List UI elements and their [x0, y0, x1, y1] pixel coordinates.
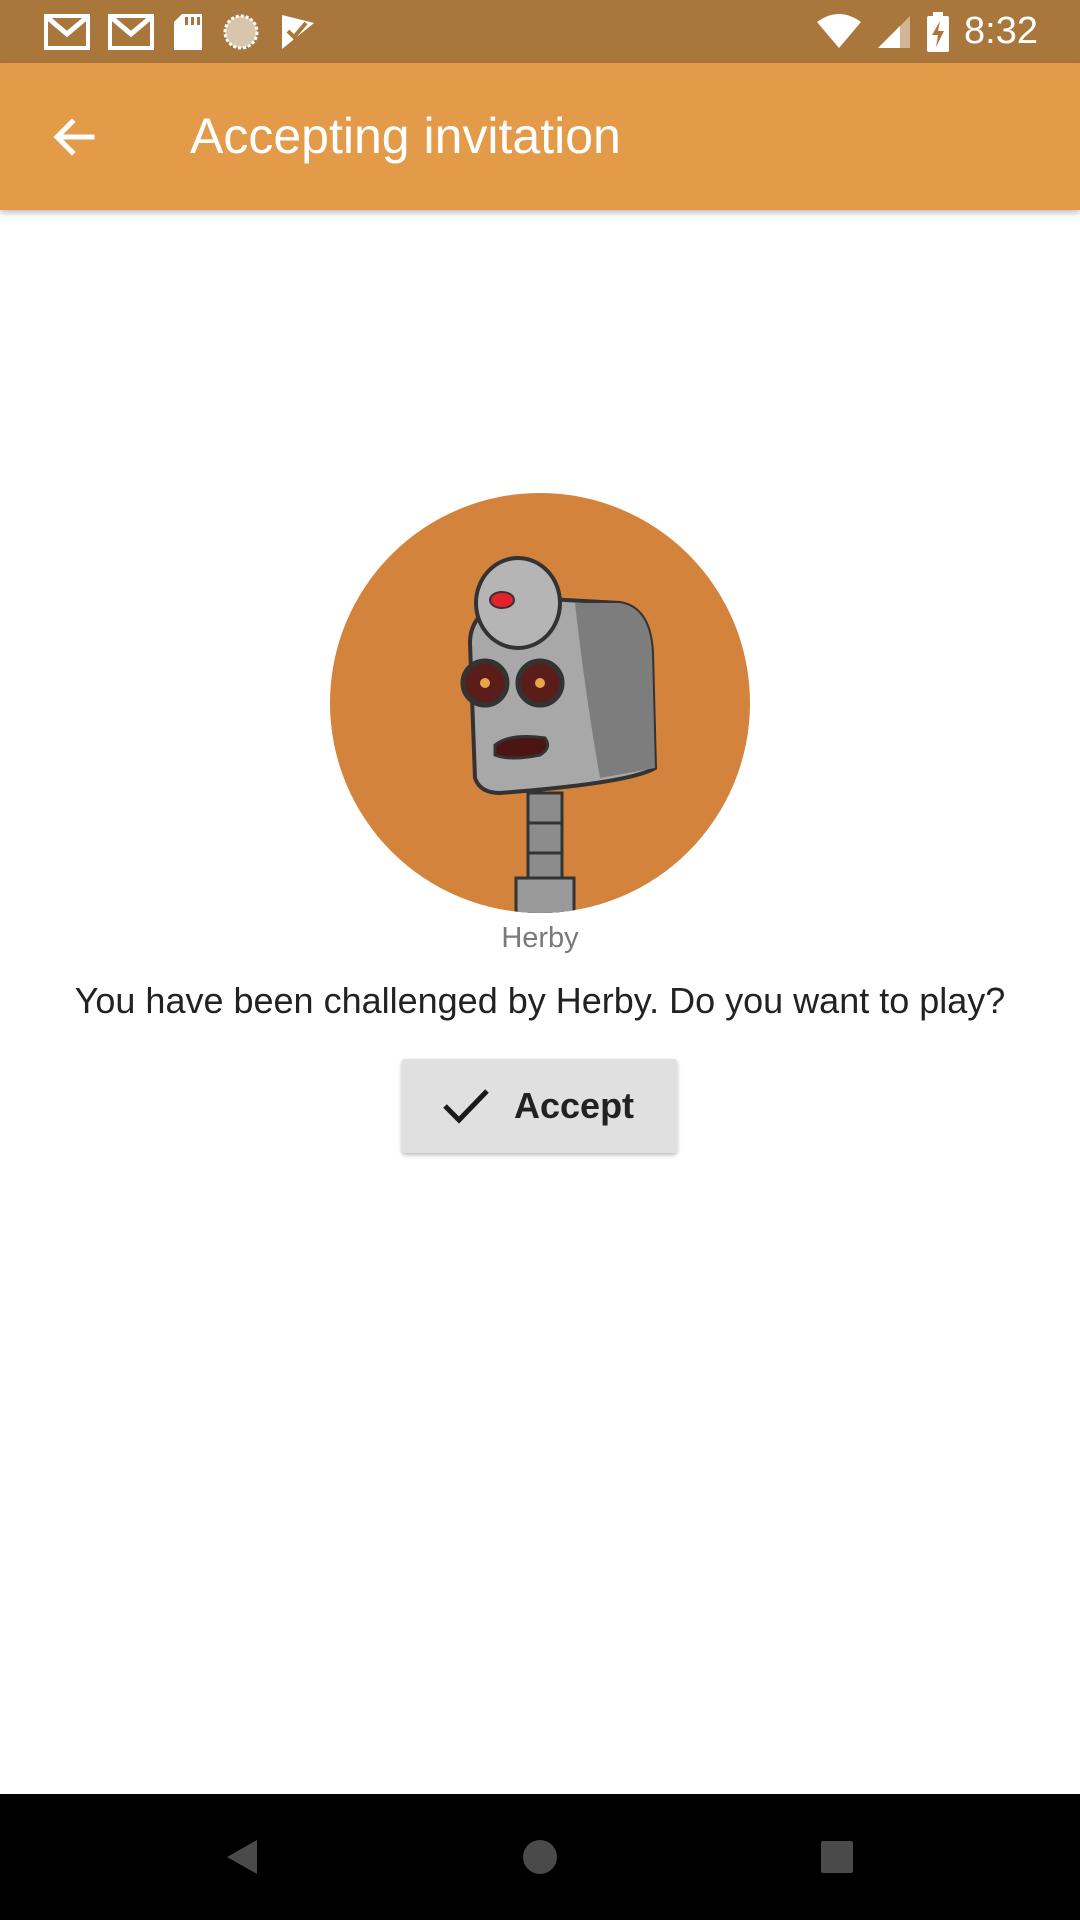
- sd-card-icon: [172, 13, 204, 51]
- status-notifications: [44, 13, 334, 51]
- check-icon: [442, 1086, 490, 1126]
- nav-back-icon: [227, 1840, 257, 1874]
- nav-recents-icon: [821, 1841, 853, 1873]
- nav-recents-button[interactable]: [777, 1794, 897, 1920]
- battery-charging-icon: [926, 11, 950, 52]
- screen: 8:32 Accepting invitation Herby You have…: [0, 0, 1080, 1920]
- wifi-icon: [816, 13, 862, 50]
- accept-button-label: Accept: [514, 1085, 635, 1126]
- challenge-message: You have been challenged by Herby. Do yo…: [74, 980, 1006, 1021]
- robot-avatar-icon: [460, 556, 658, 913]
- nav-back-button[interactable]: [182, 1794, 302, 1920]
- checkmark-flag-icon: [278, 13, 316, 51]
- app-bar: Accepting invitation: [0, 63, 1080, 210]
- status-bar: 8:32: [0, 0, 1080, 63]
- back-button[interactable]: [0, 63, 147, 210]
- nav-home-icon: [523, 1840, 557, 1874]
- status-time: 8:32: [964, 10, 1038, 52]
- gmail-icon: [44, 13, 90, 50]
- arrow-back-icon: [52, 117, 94, 156]
- accept-button[interactable]: Accept: [402, 1059, 677, 1153]
- opponent-name: Herby: [501, 922, 579, 954]
- sync-icon: [222, 13, 260, 51]
- page-title: Accepting invitation: [190, 108, 621, 164]
- signal-icon: [876, 14, 912, 50]
- status-system: 8:32: [802, 10, 1038, 53]
- gmail-icon: [108, 13, 154, 50]
- system-nav-bar: [0, 1794, 1080, 1920]
- opponent-avatar: [330, 493, 750, 913]
- nav-home-button[interactable]: [480, 1794, 600, 1920]
